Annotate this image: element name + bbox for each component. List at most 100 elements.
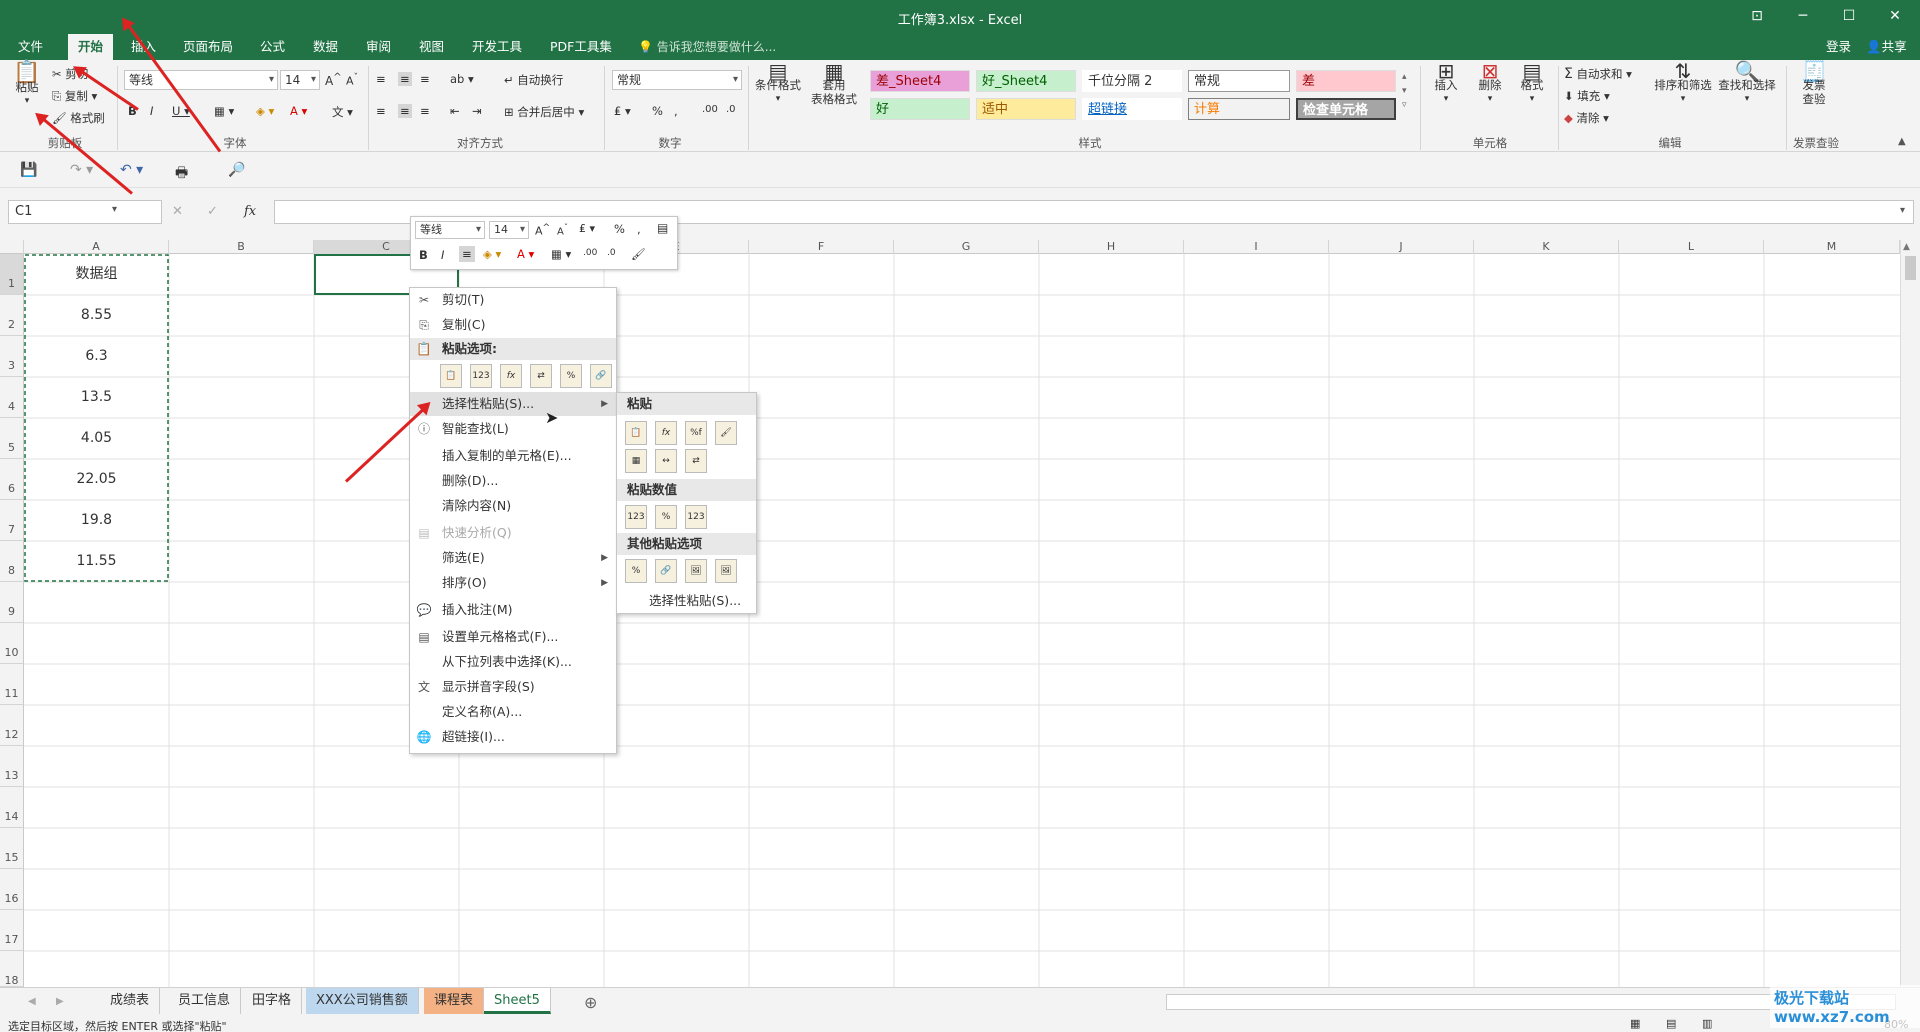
sheet-tab[interactable]: 田字格 bbox=[242, 988, 303, 1014]
vertical-scrollbar[interactable]: ▲ bbox=[1900, 240, 1920, 987]
row-header[interactable]: 1 bbox=[0, 254, 24, 295]
cell-a5[interactable]: 4.05 bbox=[24, 418, 169, 459]
cancel-icon[interactable]: ✕ bbox=[172, 204, 183, 219]
row-header[interactable]: 7 bbox=[0, 500, 24, 541]
insert-function-icon[interactable]: fx bbox=[244, 204, 256, 219]
row-header[interactable]: 6 bbox=[0, 459, 24, 500]
row-header[interactable]: 17 bbox=[0, 910, 24, 951]
column-header[interactable]: H bbox=[1039, 240, 1184, 254]
style-hyperlink[interactable]: 超链接 bbox=[1082, 98, 1182, 120]
insert-cells-button[interactable]: ⊞ 插入 ▾ bbox=[1428, 61, 1464, 106]
number-format-combo[interactable]: 常规 bbox=[612, 70, 742, 90]
italic-button[interactable]: I bbox=[441, 248, 444, 262]
paste-formulas-icon[interactable]: fx bbox=[655, 421, 677, 445]
column-header[interactable]: L bbox=[1619, 240, 1764, 254]
collapse-ribbon-icon[interactable]: ▲ bbox=[1898, 136, 1906, 147]
style-normal[interactable]: 常规 bbox=[1188, 70, 1290, 92]
font-name-combo[interactable]: 等线 bbox=[124, 70, 278, 90]
align-center-icon[interactable]: ≡ bbox=[459, 246, 475, 262]
paste-icon[interactable]: 📋 bbox=[625, 421, 647, 445]
row-header[interactable]: 12 bbox=[0, 705, 24, 746]
align-middle-icon[interactable]: ≡ bbox=[398, 72, 412, 86]
tab-pdf-tools[interactable]: PDF工具集 bbox=[540, 34, 622, 60]
paste-transpose-icon[interactable]: ⇄ bbox=[685, 449, 707, 473]
column-header[interactable]: F bbox=[749, 240, 894, 254]
menu-item-insert-comment[interactable]: 💬 插入批注(M) bbox=[410, 598, 616, 622]
row-header[interactable]: 8 bbox=[0, 541, 24, 582]
find-select-button[interactable]: 🔍 查找和选择 ▾ bbox=[1716, 61, 1778, 106]
row-header[interactable]: 14 bbox=[0, 787, 24, 828]
redo-icon[interactable]: ↷ ▾ bbox=[70, 162, 93, 178]
orientation-icon[interactable]: ab ▾ bbox=[450, 72, 474, 86]
worksheet-grid[interactable]: 1 2 3 4 5 6 7 8 9 10 11 12 13 14 15 16 1… bbox=[0, 254, 1900, 987]
style-bad[interactable]: 差 bbox=[1296, 70, 1396, 92]
scrollbar-thumb[interactable] bbox=[1905, 256, 1916, 280]
scroll-next-sheet-icon[interactable]: ▶ bbox=[56, 996, 64, 1007]
increase-decimal-icon[interactable]: .00 bbox=[583, 248, 597, 258]
sort-filter-button[interactable]: ⇅ 排序和筛选 ▾ bbox=[1652, 61, 1714, 106]
format-painter-button[interactable]: 🖌 格式刷 bbox=[52, 110, 105, 126]
style-comma-2[interactable]: 千位分隔 2 bbox=[1082, 70, 1182, 92]
decrease-font-icon[interactable]: Aˇ bbox=[557, 222, 568, 237]
menu-item-pick-list[interactable]: 从下拉列表中选择(K)... bbox=[410, 650, 616, 674]
fill-color-icon[interactable]: ◈ ▾ bbox=[483, 247, 501, 261]
styles-scroll-icon[interactable]: ▴ ▾ ▿ bbox=[1402, 70, 1407, 112]
paste-values-source-icon[interactable]: 123 bbox=[685, 505, 707, 529]
fill-color-icon[interactable]: ◈ ▾ bbox=[256, 104, 274, 118]
menu-item-delete[interactable]: 删除(D)... bbox=[410, 469, 616, 493]
name-box[interactable]: C1 bbox=[8, 200, 162, 224]
percent-icon[interactable]: % bbox=[614, 222, 625, 236]
sheet-tab[interactable]: 课程表 bbox=[424, 988, 485, 1014]
invoice-check-button[interactable]: 🧾 发票 查验 bbox=[1792, 61, 1836, 106]
mini-size-combo[interactable]: 14 bbox=[489, 221, 529, 239]
decrease-font-icon[interactable]: Aˇ bbox=[346, 72, 358, 88]
sheet-tab-active[interactable]: Sheet5 bbox=[484, 988, 551, 1014]
column-header[interactable]: J bbox=[1329, 240, 1474, 254]
sheet-tab[interactable]: XXX公司销售额 bbox=[306, 988, 419, 1014]
fill-button[interactable]: ⬇ 填充 ▾ bbox=[1564, 88, 1610, 104]
save-icon[interactable]: 💾 bbox=[20, 162, 37, 178]
row-header[interactable]: 16 bbox=[0, 869, 24, 910]
italic-button[interactable]: I bbox=[150, 104, 153, 118]
align-bottom-icon[interactable]: ≡ bbox=[420, 72, 430, 86]
paste-link-icon[interactable]: 🔗 bbox=[590, 364, 612, 388]
style-good-sheet4[interactable]: 好_Sheet4 bbox=[976, 70, 1076, 92]
paste-formatting-icon[interactable]: % bbox=[625, 559, 647, 583]
style-calculation[interactable]: 计算 bbox=[1188, 98, 1290, 120]
paintbrush-icon[interactable]: 🖌 bbox=[631, 247, 646, 261]
paste-values-icon[interactable]: 123 bbox=[470, 364, 492, 388]
enter-icon[interactable]: ✓ bbox=[207, 204, 218, 219]
tab-data[interactable]: 数据 bbox=[303, 34, 348, 60]
column-header[interactable]: M bbox=[1764, 240, 1900, 254]
paste-button[interactable]: 📋 粘贴 ▾ bbox=[12, 62, 42, 108]
tab-view[interactable]: 视图 bbox=[409, 34, 454, 60]
delete-cells-button[interactable]: ⊠ 删除 ▾ bbox=[1472, 61, 1508, 106]
row-header[interactable]: 2 bbox=[0, 295, 24, 336]
zoom-preview-icon[interactable]: 🔎 bbox=[228, 162, 245, 178]
style-neutral[interactable]: 适中 bbox=[976, 98, 1076, 120]
cell-a8[interactable]: 11.55 bbox=[24, 541, 169, 582]
tab-formulas[interactable]: 公式 bbox=[250, 34, 295, 60]
menu-item-insert-copied[interactable]: 插入复制的单元格(E)... bbox=[410, 444, 616, 468]
paste-formatting-icon[interactable]: % bbox=[560, 364, 582, 388]
sheet-tab[interactable]: 成绩表 bbox=[100, 988, 161, 1014]
cell-a6[interactable]: 22.05 bbox=[24, 459, 169, 500]
format-cells-icon[interactable]: ▤ bbox=[657, 221, 668, 235]
scroll-up-icon[interactable]: ▲ bbox=[1903, 242, 1910, 252]
font-color-icon[interactable]: A ▾ bbox=[290, 104, 307, 118]
clear-button[interactable]: ◆ 清除 ▾ bbox=[1564, 110, 1609, 126]
merge-center-button[interactable]: ⊞ 合并后居中 ▾ bbox=[504, 104, 584, 120]
menu-item-format-cells[interactable]: ▤ 设置单元格格式(F)... bbox=[410, 625, 616, 649]
column-header[interactable]: G bbox=[894, 240, 1039, 254]
decrease-decimal-icon[interactable]: .0 bbox=[726, 104, 736, 115]
menu-item-clear[interactable]: 清除内容(N) bbox=[410, 494, 616, 518]
column-header[interactable]: I bbox=[1184, 240, 1329, 254]
normal-view-icon[interactable]: ▦ bbox=[1630, 1017, 1640, 1030]
cell-a3[interactable]: 6.3 bbox=[24, 336, 169, 377]
style-good[interactable]: 好 bbox=[870, 98, 970, 120]
tab-page-layout[interactable]: 页面布局 bbox=[173, 34, 243, 60]
align-left-icon[interactable]: ≡ bbox=[376, 104, 386, 118]
minimize-button[interactable]: ─ bbox=[1788, 4, 1818, 28]
tell-me-search[interactable]: 💡 告诉我您想要做什么... bbox=[628, 34, 786, 60]
mini-font-combo[interactable]: 等线 bbox=[415, 221, 485, 239]
